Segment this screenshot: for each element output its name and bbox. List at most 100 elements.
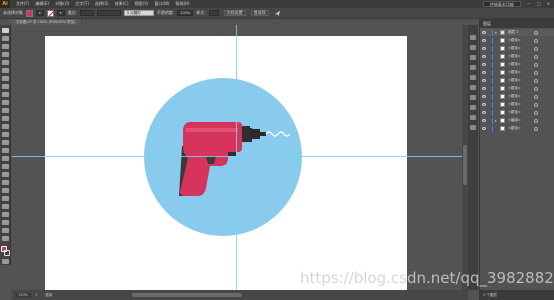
stroke-width-field[interactable]: [79, 10, 94, 16]
sublayer-row[interactable]: <路径>: [480, 53, 554, 60]
sublayer-row[interactable]: <路径>: [480, 125, 554, 132]
target-circle-icon[interactable]: [534, 102, 538, 107]
minimize-button[interactable]: —: [527, 0, 531, 8]
stroke-color-icon[interactable]: [4, 250, 10, 256]
pen-tool-icon[interactable]: [2, 60, 9, 65]
menu-type[interactable]: 文字(T): [75, 0, 89, 8]
sublayer-name[interactable]: <路径>: [508, 38, 532, 43]
fill-swatch[interactable]: [26, 9, 33, 17]
visibility-eye-icon[interactable]: [482, 63, 486, 66]
sublayer-name[interactable]: <路径>: [508, 110, 532, 115]
sublayer-row[interactable]: <路径>: [480, 93, 554, 100]
color-panel-icon[interactable]: [470, 35, 476, 40]
menu-view[interactable]: 视图(V): [135, 0, 149, 8]
visibility-eye-icon[interactable]: [482, 103, 486, 106]
visibility-eye-icon[interactable]: [482, 95, 486, 98]
visibility-eye-icon[interactable]: [482, 39, 486, 42]
zoom-field[interactable]: 150%: [15, 292, 32, 298]
target-circle-icon[interactable]: [534, 86, 538, 91]
drawing-mode-icon[interactable]: [2, 259, 9, 264]
menu-file[interactable]: 文件(F): [16, 0, 29, 8]
artboard-number[interactable]: 1: [35, 293, 37, 297]
transparency-panel-icon[interactable]: [470, 95, 476, 100]
visibility-eye-icon[interactable]: [482, 79, 486, 82]
vertical-scroll-thumb[interactable]: [463, 145, 467, 185]
maximize-button[interactable]: □: [537, 0, 541, 8]
sublayer-name[interactable]: <路径>: [508, 54, 532, 59]
fill-dropdown[interactable]: ▾: [36, 10, 44, 16]
appearance-panel-icon[interactable]: [470, 105, 476, 110]
brushes-panel-icon[interactable]: [470, 55, 476, 60]
lasso-tool-icon[interactable]: [2, 52, 9, 57]
variable-width-dropdown[interactable]: [96, 10, 121, 16]
menu-window[interactable]: 窗口(W): [154, 0, 169, 8]
sublayer-row[interactable]: <路径>: [480, 69, 554, 76]
direct-selection-tool-icon[interactable]: [2, 36, 9, 41]
stroke-panel-icon[interactable]: [470, 75, 476, 80]
visibility-eye-icon[interactable]: [482, 31, 486, 34]
sublayer-name[interactable]: <路径>: [508, 126, 532, 131]
brush-dropdown[interactable]: 5 点圆形: [123, 10, 154, 16]
swatches-panel-icon[interactable]: [470, 45, 476, 50]
canvas[interactable]: [12, 25, 462, 290]
graphic-styles-panel-icon[interactable]: [470, 115, 476, 120]
menu-edit[interactable]: 编辑(E): [35, 0, 49, 8]
target-circle-icon[interactable]: [534, 38, 538, 43]
expand-arrow-icon[interactable]: ▸: [495, 119, 498, 123]
magic-wand-tool-icon[interactable]: [2, 44, 9, 49]
visibility-eye-icon[interactable]: [482, 55, 486, 58]
visibility-eye-icon[interactable]: [482, 71, 486, 74]
document-setup-button[interactable]: 文档设置: [223, 10, 246, 16]
target-circle-icon[interactable]: [534, 78, 538, 83]
width-tool-icon[interactable]: [2, 132, 9, 137]
eraser-tool-icon[interactable]: [2, 108, 9, 113]
type-tool-icon[interactable]: [2, 68, 9, 73]
sublayer-row[interactable]: <路径>: [480, 45, 554, 52]
horizontal-scroll-thumb[interactable]: [132, 293, 242, 297]
sublayer-name[interactable]: <路径>: [508, 70, 532, 75]
visibility-eye-icon[interactable]: [482, 111, 486, 114]
expand-arrow-icon[interactable]: ▾: [495, 31, 498, 35]
perspective-grid-tool-icon[interactable]: [2, 156, 9, 161]
artboard-tool-icon[interactable]: [2, 212, 9, 217]
stroke-dropdown[interactable]: ▾: [56, 10, 65, 16]
visibility-eye-icon[interactable]: [482, 47, 486, 50]
target-circle-icon[interactable]: [534, 70, 538, 75]
preferences-button[interactable]: 首选项: [250, 10, 269, 16]
target-circle-icon[interactable]: [534, 126, 538, 131]
line-tool-icon[interactable]: [2, 76, 9, 81]
symbols-panel-icon[interactable]: [470, 65, 476, 70]
menu-help[interactable]: 帮助(H): [175, 0, 189, 8]
menu-object[interactable]: 对象(O): [55, 0, 69, 8]
column-graph-tool-icon[interactable]: [2, 204, 9, 209]
sublayer-row[interactable]: <路径>: [480, 85, 554, 92]
sublayer-name[interactable]: <路径>: [508, 46, 532, 51]
target-circle-icon[interactable]: [534, 54, 538, 59]
zoom-tool-icon[interactable]: [2, 236, 9, 241]
menu-select[interactable]: 选择(S): [95, 0, 109, 8]
pencil-tool-icon[interactable]: [2, 100, 9, 105]
sublayer-name[interactable]: <路径>: [508, 94, 532, 99]
target-circle-icon[interactable]: [534, 118, 538, 123]
free-transform-tool-icon[interactable]: [2, 140, 9, 145]
gradient-tool-icon[interactable]: [2, 172, 9, 177]
sublayer-row[interactable]: <路径>: [480, 37, 554, 44]
target-circle-icon[interactable]: [534, 30, 538, 35]
target-circle-icon[interactable]: [534, 94, 538, 99]
sublayer-name[interactable]: <路径>: [508, 102, 532, 107]
sublayer-row[interactable]: <路径>: [480, 109, 554, 116]
visibility-eye-icon[interactable]: [482, 87, 486, 90]
target-circle-icon[interactable]: [534, 46, 538, 51]
blend-tool-icon[interactable]: [2, 188, 9, 193]
layer-name[interactable]: 图层 1: [508, 30, 532, 35]
eyedropper-tool-icon[interactable]: [2, 180, 9, 185]
hand-tool-icon[interactable]: [2, 228, 9, 233]
opacity-field[interactable]: 100%: [177, 10, 194, 16]
layers-panel-title[interactable]: 图层: [480, 19, 554, 28]
stroke-swatch[interactable]: [46, 9, 54, 17]
menu-effect[interactable]: 效果(C): [115, 0, 129, 8]
style-dropdown[interactable]: [208, 10, 219, 16]
workspace-switcher[interactable]: 传统基本功能: [482, 1, 521, 7]
arrange-documents-icon[interactable]: [274, 10, 281, 17]
layer-row[interactable]: ▾ 图层 1: [480, 29, 554, 36]
